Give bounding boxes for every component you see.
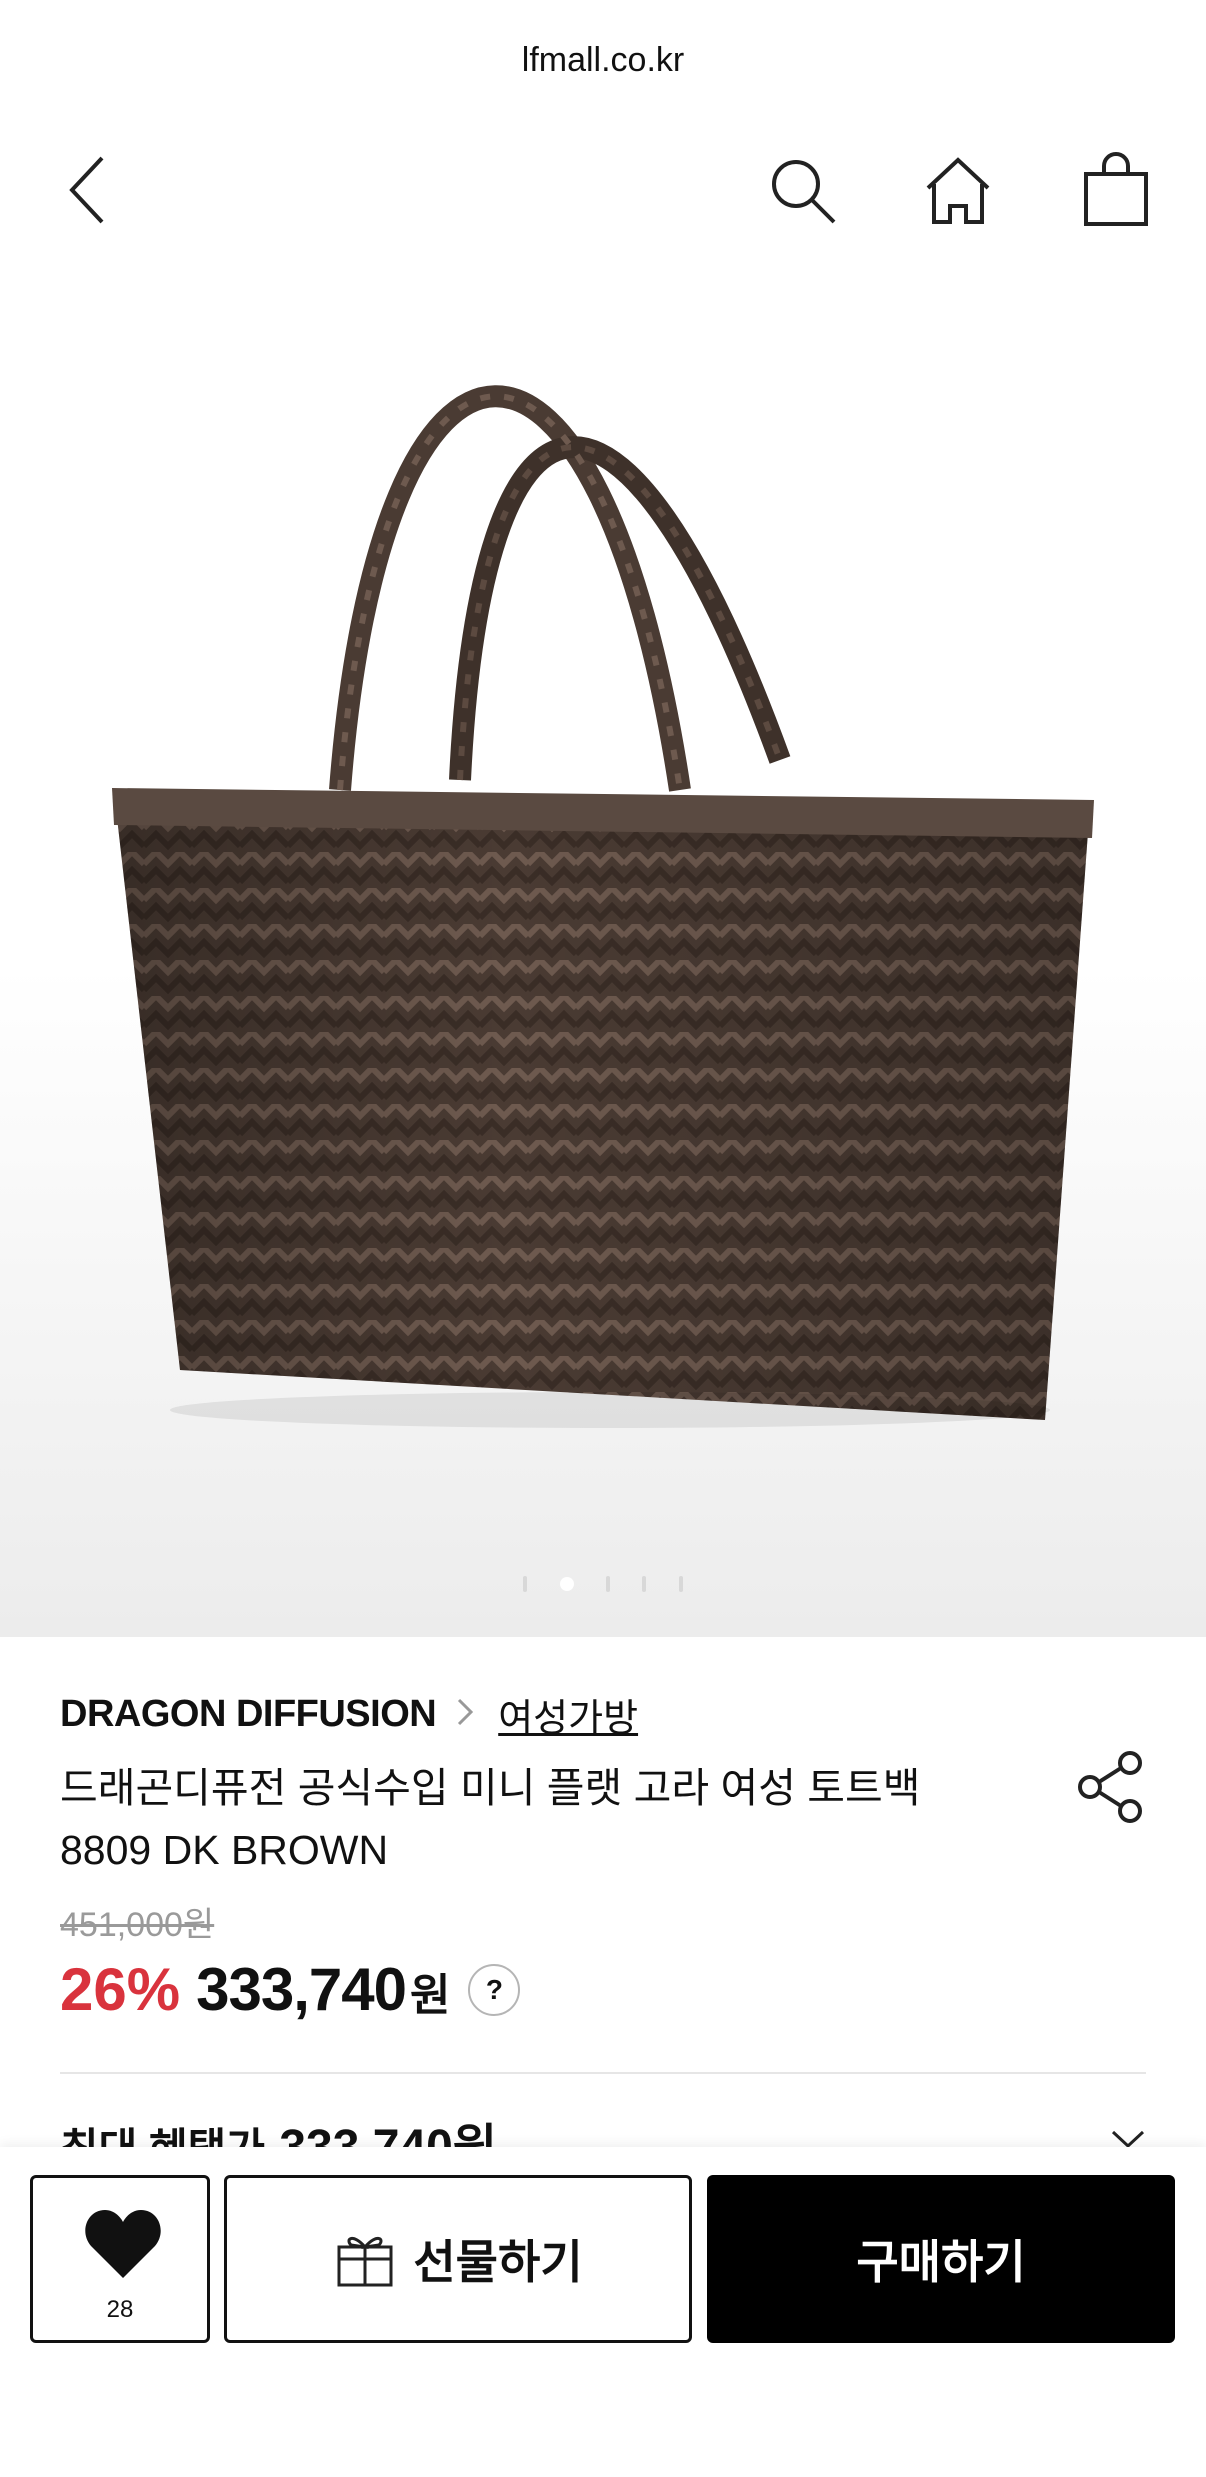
home-icon[interactable] bbox=[918, 150, 998, 230]
url-text: lfmall.co.kr bbox=[521, 40, 685, 79]
url-bar[interactable]: lfmall.co.kr bbox=[0, 0, 1206, 120]
bottom-action-bar: 28 선물하기 구매하기 bbox=[0, 2147, 1206, 2477]
gift-icon bbox=[333, 2225, 397, 2294]
price-help-icon[interactable]: ? bbox=[468, 1963, 521, 2016]
pagination-dot-active[interactable] bbox=[559, 1576, 574, 1591]
buy-button-label: 구매하기 bbox=[856, 2236, 1026, 2288]
divider bbox=[60, 2072, 1146, 2074]
search-icon[interactable] bbox=[762, 150, 842, 230]
buy-button[interactable]: 구매하기 bbox=[707, 2175, 1175, 2343]
sale-price: 333,740 bbox=[196, 1956, 407, 2023]
brand-breadcrumb: DRAGON DIFFUSION 여성가방 bbox=[60, 1687, 638, 1742]
gift-button-label: 선물하기 bbox=[413, 2236, 583, 2288]
shopping-bag-icon[interactable] bbox=[1076, 150, 1156, 230]
product-image-gallery[interactable] bbox=[0, 240, 1206, 1637]
share-icon[interactable] bbox=[1076, 1749, 1146, 1825]
category-link[interactable]: 여성가방 bbox=[498, 1687, 638, 1742]
pagination-dot[interactable] bbox=[523, 1575, 528, 1592]
product-image bbox=[112, 385, 1094, 1428]
product-title-line1: 드래곤디퓨전 공식수입 미니 플랫 고라 여성 토트백 bbox=[60, 1765, 921, 1811]
chevron-right-icon bbox=[456, 1697, 474, 1732]
pagination-dot[interactable] bbox=[678, 1575, 683, 1592]
price-row: 26% 333,740 원 ? bbox=[60, 1955, 521, 2024]
discount-rate: 26% bbox=[60, 1956, 181, 2023]
pagination-dot[interactable] bbox=[642, 1575, 647, 1592]
original-price: 451,000원 bbox=[60, 1906, 215, 1944]
product-title: 드래곤디퓨전 공식수입 미니 플랫 고라 여성 토트백 8809 DK BROW… bbox=[60, 1757, 960, 1881]
gallery-pagination bbox=[0, 1575, 1206, 1593]
product-title-line2: 8809 DK BROWN bbox=[60, 1827, 389, 1873]
like-button[interactable]: 28 bbox=[30, 2175, 210, 2343]
back-icon[interactable] bbox=[50, 150, 130, 230]
heart-icon bbox=[83, 2208, 163, 2285]
top-nav bbox=[0, 120, 1206, 240]
like-count: 28 bbox=[106, 2296, 134, 2323]
brand-link[interactable]: DRAGON DIFFUSION bbox=[60, 1693, 437, 1736]
pagination-dot[interactable] bbox=[606, 1575, 610, 1592]
currency-unit: 원 bbox=[409, 1971, 451, 2020]
gift-button[interactable]: 선물하기 bbox=[224, 2175, 692, 2343]
